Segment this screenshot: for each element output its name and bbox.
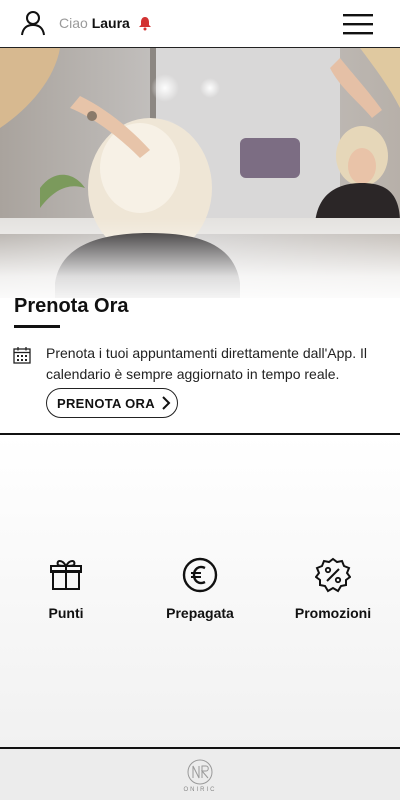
title-underline — [14, 325, 60, 328]
feature-punti[interactable]: Punti — [6, 557, 126, 627]
feature-promozioni[interactable]: Promozioni — [273, 557, 393, 627]
features-panel: Punti Prepagata Promozioni — [0, 435, 400, 747]
euro-coin-icon — [182, 557, 218, 593]
user-name: Laura — [91, 15, 130, 31]
book-now-label: PRENOTA ORA — [57, 395, 155, 411]
user-icon[interactable] — [20, 10, 46, 36]
book-now-button[interactable]: PRENOTA ORA — [46, 388, 178, 418]
hero-fade-overlay — [0, 218, 400, 298]
booking-description: Prenota i tuoi appuntamenti direttamente… — [46, 345, 367, 382]
greeting-text: Ciao Laura — [59, 15, 130, 31]
feature-prepagata[interactable]: Prepagata — [140, 557, 260, 627]
brand-name: ONIRIC — [183, 787, 217, 793]
feature-label: Prepagata — [166, 605, 234, 621]
bell-icon[interactable] — [137, 15, 153, 31]
footer: ONIRIC — [0, 749, 400, 800]
booking-title: Prenota Ora — [14, 295, 129, 317]
calendar-icon — [13, 347, 31, 364]
feature-label: Punti — [48, 605, 84, 621]
hero-image — [0, 48, 400, 298]
app-header: Ciao Laura — [0, 0, 400, 48]
chevron-right-icon — [162, 396, 171, 410]
greeting-label: Ciao — [59, 15, 88, 31]
feature-label: Promozioni — [294, 605, 372, 621]
gift-icon — [50, 560, 82, 590]
discount-badge-icon — [315, 557, 351, 593]
hamburger-menu-icon[interactable] — [343, 13, 373, 35]
brand-logo-icon — [187, 759, 213, 785]
